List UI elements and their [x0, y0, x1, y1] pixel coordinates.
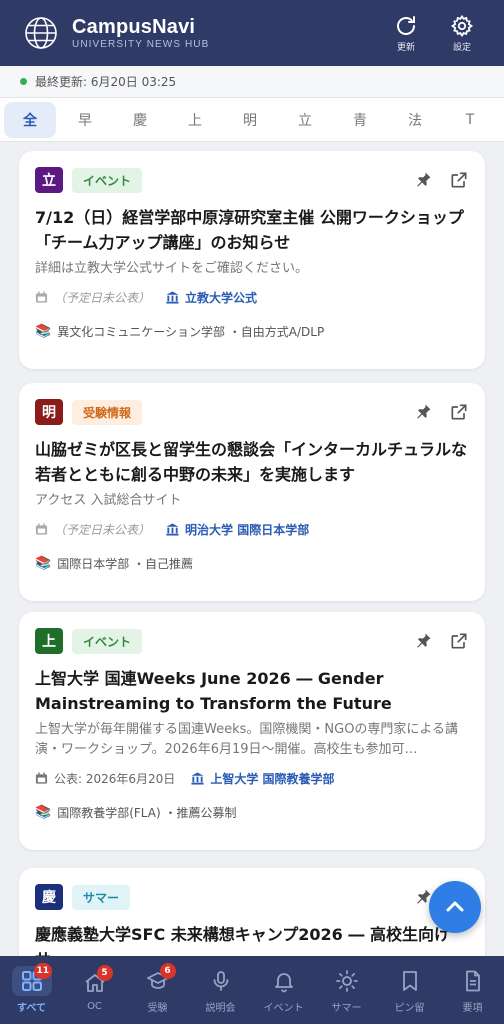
institution-icon [166, 522, 179, 536]
news-feed[interactable]: 立 イベント 7/12（日）経営学部中原淳研究室主催 公開ワークショップ「チーム… [0, 142, 504, 956]
tab-aoyama[interactable]: 青 [334, 102, 386, 138]
last-updated-bar: 最終更新: 6月20日 03:25 [0, 66, 504, 98]
category-tag: 受験情報 [72, 399, 143, 425]
card-title[interactable]: 慶應義塾大学SFC 未来構想キャンプ2026 ― 高校生向けサ… [35, 922, 469, 956]
source-link[interactable]: 上智大学 国際教養学部 [210, 770, 334, 787]
count-badge: 6 [159, 963, 176, 979]
settings-label: 設定 [452, 42, 471, 53]
app-title: CampusNavi [72, 15, 196, 38]
calendar-icon [35, 290, 48, 303]
date-text: 公表: 2026年6月20日 [54, 771, 176, 786]
category-tag: イベント [72, 167, 143, 193]
tab-rikkyo[interactable]: 立 [279, 102, 331, 138]
tab-hosei[interactable]: 法 [389, 102, 441, 138]
bottom-nav: 11 すべて 5 OC 6 受験 説明会 イベント サマー ピン留 要項 [0, 956, 504, 1024]
pin-icon[interactable] [413, 631, 433, 651]
university-badge: 慶 [35, 884, 63, 910]
nav-exam[interactable]: 6 受験 [126, 956, 189, 1024]
faculty-text: 国際教養学部(FLA) ・推薦公募制 [57, 805, 237, 820]
books-icon: 📚 [35, 323, 52, 339]
university-tabs: 全 早 慶 上 明 立 青 法 T [0, 98, 504, 142]
nav-oc[interactable]: 5 OC [63, 956, 126, 1024]
nav-label: すべて [17, 1003, 46, 1014]
institution-icon [191, 771, 204, 785]
faculty-text: 国際日本学部 ・自己推薦 [57, 556, 194, 571]
books-icon: 📚 [35, 804, 52, 820]
nav-label: イベント [263, 1003, 304, 1014]
external-link-icon[interactable] [449, 402, 469, 422]
card-title[interactable]: 7/12（日）経営学部中原淳研究室主催 公開ワークショップ「チーム力アップ講座」… [35, 205, 469, 255]
news-card[interactable]: 慶 サマー 慶應義塾大学SFC 未来構想キャンプ2026 ― 高校生向けサ… [19, 868, 485, 956]
books-icon: 📚 [35, 555, 52, 571]
tab-sophia[interactable]: 上 [169, 102, 221, 138]
tab-all[interactable]: 全 [4, 101, 56, 138]
nav-label: 要項 [462, 1003, 483, 1014]
brand: CampusNavi UNIVERSITY NEWS HUB [72, 16, 378, 51]
date-text: （予定日未公表） [54, 522, 151, 537]
nav-label: ピン留 [394, 1003, 425, 1014]
nav-label: サマー [331, 1003, 362, 1014]
nav-guidelines[interactable]: 要項 [441, 956, 504, 1024]
university-badge: 立 [35, 167, 63, 193]
card-title[interactable]: 山脇ゼミが区長と留学生の懇談会「インターカルチュラルな若者とともに創る中野の未来… [35, 437, 469, 487]
nav-event[interactable]: イベント [252, 956, 315, 1024]
refresh-button[interactable]: 更新 [378, 14, 434, 53]
source-link[interactable]: 明治大学 国際日本学部 [185, 521, 309, 538]
news-card[interactable]: 明 受験情報 山脇ゼミが区長と留学生の懇談会「インターカルチュラルな若者とともに… [19, 383, 485, 601]
bookmark-icon [402, 971, 417, 991]
calendar-icon [35, 522, 48, 535]
card-description: 上智大学が毎年開催する国連Weeks。国際機関・NGOの専門家による講演・ワーク… [35, 722, 459, 757]
document-icon [465, 970, 480, 992]
university-badge: 明 [35, 399, 63, 425]
nav-label: 受験 [147, 1003, 168, 1014]
last-updated-text: 最終更新: 6月20日 03:25 [35, 75, 177, 89]
university-badge: 上 [35, 628, 63, 654]
count-badge: 11 [33, 963, 53, 979]
card-title[interactable]: 上智大学 国連Weeks June 2026 ― Gender Mainstre… [35, 666, 469, 716]
date-text: （予定日未公表） [54, 290, 151, 305]
bell-icon [274, 973, 293, 993]
globe-icon [25, 17, 57, 49]
nav-briefing[interactable]: 説明会 [189, 956, 252, 1024]
nav-label: OC [87, 1001, 102, 1012]
category-tag: サマー [72, 884, 131, 910]
refresh-label: 更新 [396, 42, 415, 53]
tab-t[interactable]: T [444, 102, 496, 138]
card-description: アクセス 入試総合サイト [35, 493, 182, 508]
gear-icon [450, 14, 474, 37]
news-card[interactable]: 立 イベント 7/12（日）経営学部中原淳研究室主催 公開ワークショップ「チーム… [19, 151, 485, 369]
external-link-icon[interactable] [449, 170, 469, 190]
settings-button[interactable]: 設定 [434, 14, 490, 53]
nav-all[interactable]: 11 すべて [0, 956, 63, 1024]
pin-icon[interactable] [413, 402, 433, 422]
tab-meiji[interactable]: 明 [224, 102, 276, 138]
calendar-icon [35, 771, 48, 784]
faculty-text: 異文化コミュニケーション学部 ・自由方式A/DLP [57, 324, 325, 339]
external-link-icon[interactable] [449, 631, 469, 651]
source-link[interactable]: 立教大学公式 [185, 289, 257, 306]
tab-waseda[interactable]: 早 [59, 102, 111, 138]
nav-summer[interactable]: サマー [315, 956, 378, 1024]
microphone-icon [213, 971, 228, 991]
nav-pinned[interactable]: ピン留 [378, 956, 441, 1024]
nav-label: 説明会 [205, 1003, 236, 1014]
category-tag: イベント [72, 628, 143, 654]
app-header: CampusNavi UNIVERSITY NEWS HUB 更新 設定 [0, 0, 504, 66]
card-description: 詳細は立教大学公式サイトをご確認ください。 [35, 261, 309, 276]
sun-icon [335, 970, 358, 992]
institution-icon [166, 290, 179, 304]
refresh-icon [397, 15, 415, 35]
pin-icon[interactable] [413, 170, 433, 190]
count-badge: 5 [96, 965, 113, 981]
tab-keio[interactable]: 慶 [114, 102, 166, 138]
scroll-top-button[interactable] [429, 881, 481, 933]
status-dot [20, 78, 27, 85]
chevron-up-icon [446, 901, 464, 912]
app-subtitle: UNIVERSITY NEWS HUB [72, 38, 210, 50]
news-card[interactable]: 上 イベント 上智大学 国連Weeks June 2026 ― Gender M… [19, 612, 485, 850]
